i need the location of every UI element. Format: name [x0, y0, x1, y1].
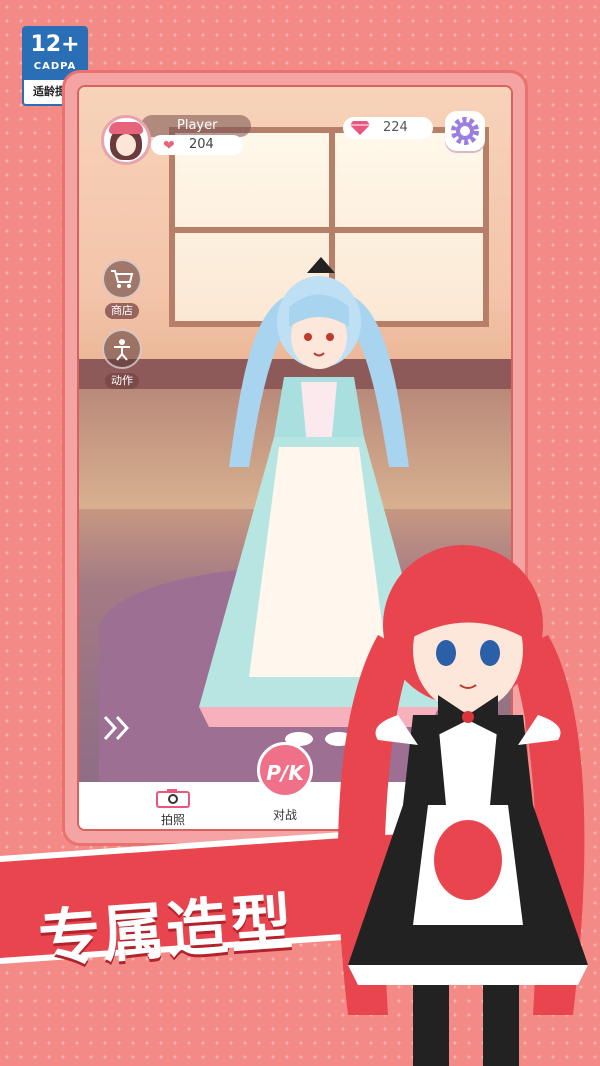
banner-title: 专属造型 [36, 885, 297, 976]
likes-counter: ❤ 204 [151, 135, 243, 155]
gem-counter[interactable]: 224 [343, 117, 433, 139]
player-name: Player [141, 115, 251, 137]
shop-button[interactable]: 商店 [97, 259, 147, 319]
pose-button[interactable]: 动作 [97, 329, 147, 389]
battle-label[interactable]: 对战 [265, 806, 305, 823]
pose-figure-icon [114, 339, 130, 361]
gear-icon [451, 117, 479, 145]
maid-character-illustration [338, 545, 588, 1066]
gem-count: 224 [383, 120, 408, 135]
settings-button[interactable] [445, 111, 485, 151]
chevron-right-icon[interactable] [101, 713, 137, 743]
pose-label: 动作 [105, 373, 139, 389]
photo-button[interactable]: 拍照 [151, 788, 195, 828]
shop-label: 商店 [105, 303, 139, 319]
age-rating-label: 12+ [30, 32, 80, 57]
player-profile[interactable]: Player ❤ 204 [101, 115, 253, 165]
avatar[interactable] [101, 115, 151, 165]
gem-icon [350, 121, 370, 135]
shopping-cart-icon [111, 270, 134, 288]
likes-icon: ❤ [163, 138, 175, 154]
pk-battle-icon[interactable]: P/K [257, 742, 313, 798]
likes-count: 204 [189, 137, 214, 152]
photo-label: 拍照 [160, 813, 185, 827]
camera-icon [156, 789, 190, 808]
